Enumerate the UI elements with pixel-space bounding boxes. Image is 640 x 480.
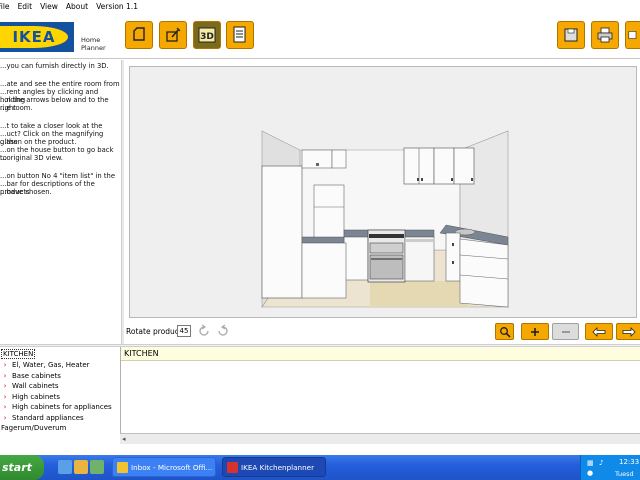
menu-edit[interactable]: Edit bbox=[18, 2, 33, 11]
task-ikea-label: IKEA Kitchenplanner bbox=[241, 463, 315, 472]
tree-item-label: El, Water, Gas, Heater bbox=[12, 361, 90, 369]
edit-room-icon bbox=[166, 27, 181, 42]
draw-room-icon bbox=[133, 27, 145, 41]
task-outlook-label: Inbox - Microsoft Offi... bbox=[131, 463, 213, 472]
3d-view-button[interactable]: 3D bbox=[193, 21, 221, 49]
exit-icon bbox=[628, 31, 637, 39]
system-tray: ▦ ♪ ● 12:33 Tuesd bbox=[580, 455, 640, 480]
edit-room-button[interactable] bbox=[159, 21, 187, 49]
rotate-left-icon[interactable] bbox=[197, 324, 211, 338]
help-intro: ...you can furnish directly in 3D. bbox=[0, 62, 109, 70]
help-zoom-line5: ...original 3D view. bbox=[0, 154, 63, 162]
app-name-line2: Planner bbox=[81, 44, 106, 52]
tree-root-label: KITCHEN bbox=[1, 349, 36, 359]
plus-icon bbox=[531, 327, 539, 336]
help-list-line3: ...have chosen. bbox=[0, 188, 52, 196]
tree-item-label: Base cabinets bbox=[12, 371, 61, 380]
zoom-button[interactable] bbox=[495, 323, 514, 340]
expand-arrow-icon: › bbox=[3, 382, 7, 390]
menu-bar: File Edit View About Version 1.1 bbox=[0, 0, 640, 12]
task-ikea-kitchenplanner[interactable]: IKEA Kitchenplanner bbox=[222, 457, 326, 477]
item-list-title: KITCHEN bbox=[121, 347, 640, 361]
print-button[interactable] bbox=[591, 21, 619, 49]
menu-version[interactable]: Version 1.1 bbox=[96, 2, 138, 11]
scroll-left-icon[interactable]: ◂ bbox=[122, 435, 126, 443]
expand-arrow-icon: › bbox=[3, 392, 7, 401]
tray-volume-icon[interactable]: ♪ bbox=[599, 459, 603, 467]
quicklaunch-media-icon[interactable] bbox=[90, 460, 104, 474]
item-list-button[interactable] bbox=[226, 21, 254, 49]
tree-item-wall-cabinets[interactable]: › Wall cabinets bbox=[0, 381, 59, 392]
clock-time[interactable]: 12:33 bbox=[619, 458, 639, 466]
rotate-view-right-button[interactable] bbox=[616, 323, 640, 340]
ikea-app-icon bbox=[227, 462, 238, 473]
exit-button[interactable] bbox=[625, 21, 640, 49]
zoom-in-button[interactable] bbox=[521, 323, 549, 340]
tree-item-label: Wall cabinets bbox=[12, 382, 59, 390]
expand-arrow-icon: › bbox=[3, 403, 7, 411]
rotate-view-left-button[interactable] bbox=[585, 323, 613, 340]
tree-item-el-water[interactable]: › El, Water, Gas, Heater bbox=[0, 360, 90, 371]
tree-item-label: High cabinets bbox=[12, 392, 60, 401]
draw-room-button[interactable] bbox=[125, 21, 153, 49]
tree-item-high-cabinets-appliances[interactable]: › High cabinets for appliances bbox=[0, 402, 112, 413]
item-list-panel: KITCHEN bbox=[120, 347, 640, 444]
quicklaunch-explorer-icon[interactable] bbox=[74, 460, 88, 474]
tree-item-standard-appliances[interactable]: › Standard appliances bbox=[0, 413, 84, 424]
magnifying-glass-icon bbox=[499, 326, 511, 338]
rotate-product-label: Rotate product: bbox=[126, 327, 185, 336]
menu-view[interactable]: View bbox=[40, 2, 58, 11]
header: IKEA ® Home Planner 3D bbox=[0, 12, 640, 59]
tree-item-base-cabinets[interactable]: › Base cabinets bbox=[0, 371, 61, 382]
task-outlook[interactable]: Inbox - Microsoft Offi... bbox=[112, 457, 216, 477]
outlook-icon bbox=[117, 462, 128, 473]
svg-text:3D: 3D bbox=[200, 32, 214, 42]
arrow-right-icon bbox=[622, 326, 636, 337]
item-list-icon bbox=[233, 26, 246, 43]
logo-registered: ® bbox=[66, 28, 72, 35]
app-name-line1: Home bbox=[81, 36, 101, 44]
save-button[interactable] bbox=[557, 21, 585, 49]
save-icon bbox=[564, 28, 578, 42]
print-icon bbox=[597, 27, 613, 43]
category-tree: KITCHEN › El, Water, Gas, Heater › Base ca… bbox=[0, 348, 120, 453]
tray-security-icon[interactable]: ● bbox=[587, 469, 593, 477]
rotate-angle-field[interactable]: 45 bbox=[177, 325, 191, 337]
tree-item-label: High cabinets for appliances bbox=[12, 403, 112, 411]
help-panel: ...you can furnish directly in 3D. ...at… bbox=[0, 60, 121, 345]
kitchen-3d-render bbox=[261, 130, 509, 308]
logo-text: IKEA bbox=[0, 26, 68, 48]
3d-viewport[interactable] bbox=[129, 66, 637, 318]
app-window: File Edit View About Version 1.1 IKEA ® … bbox=[0, 0, 640, 480]
taskbar: start Inbox - Microsoft Offi... IKEA Kit… bbox=[0, 455, 640, 480]
tree-root[interactable]: KITCHEN bbox=[1, 349, 36, 360]
horizontal-scrollbar[interactable]: ◂ bbox=[120, 433, 640, 444]
tree-footer-item[interactable]: Fagerum/Duverum bbox=[1, 423, 66, 434]
expand-arrow-icon: › bbox=[3, 361, 7, 369]
app-name: Home Planner bbox=[81, 36, 106, 52]
menu-file[interactable]: File bbox=[0, 2, 10, 11]
help-rotate-line4: ...e room. bbox=[0, 104, 33, 112]
3d-view-icon: 3D bbox=[198, 27, 216, 43]
expand-arrow-icon: › bbox=[3, 371, 7, 380]
tree-item-label: Standard appliances bbox=[12, 413, 84, 422]
start-button[interactable]: start bbox=[0, 455, 44, 480]
clock-day: Tuesd bbox=[615, 470, 634, 478]
tree-item-high-cabinets[interactable]: › High cabinets bbox=[0, 392, 60, 403]
menu-about[interactable]: About bbox=[66, 2, 88, 11]
rotate-right-icon[interactable] bbox=[216, 324, 230, 338]
quicklaunch-browser-icon[interactable] bbox=[58, 460, 72, 474]
minus-icon bbox=[561, 330, 570, 333]
ikea-logo: IKEA ® bbox=[0, 22, 74, 52]
arrow-left-icon bbox=[592, 326, 606, 337]
expand-arrow-icon: › bbox=[3, 413, 7, 422]
zoom-out-button[interactable] bbox=[552, 323, 579, 340]
tray-network-icon[interactable]: ▦ bbox=[587, 459, 594, 467]
